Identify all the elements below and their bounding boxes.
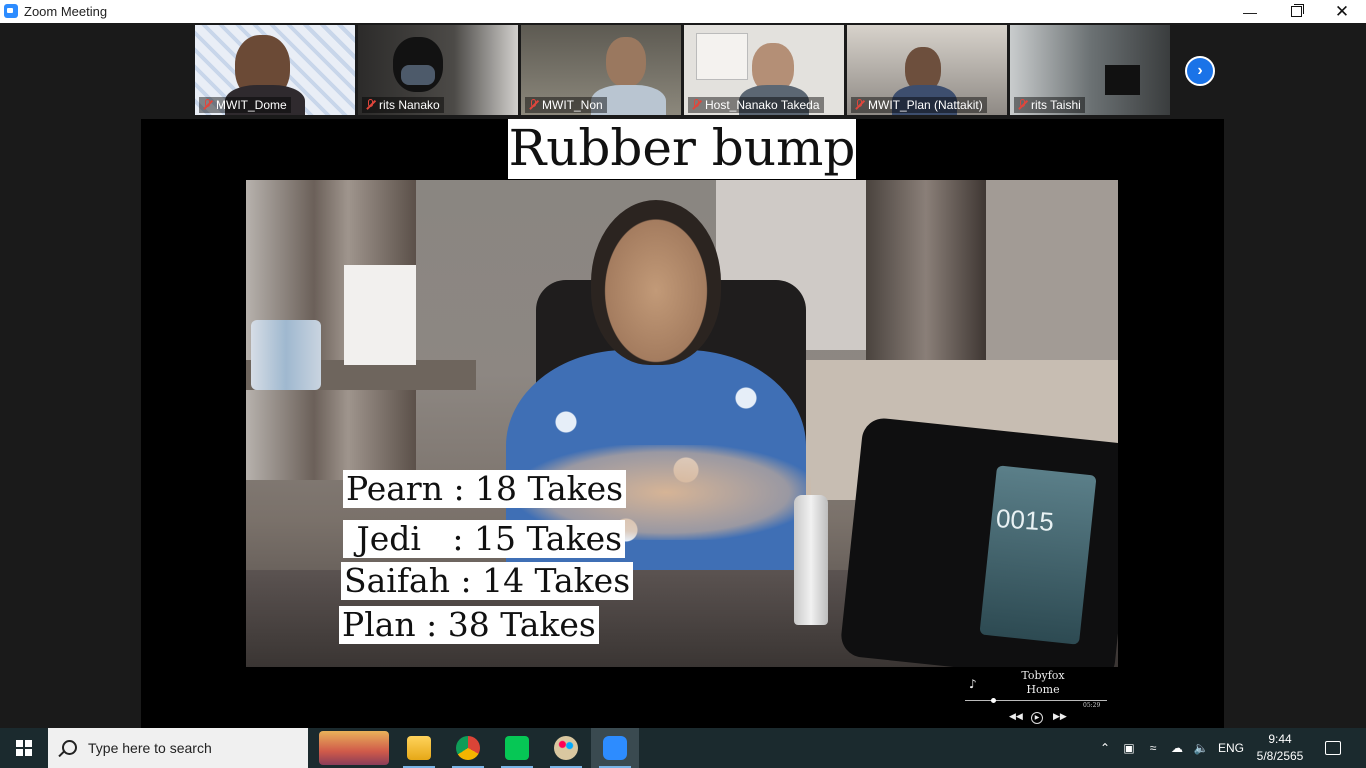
forward-icon: ▶▶ bbox=[1053, 712, 1067, 722]
participant-name-label: rits Taishi bbox=[1031, 98, 1081, 112]
clock-date: 5/8/2565 bbox=[1256, 749, 1304, 763]
cloud-icon: ☁ bbox=[1171, 741, 1183, 755]
volume-button[interactable]: 🔈 bbox=[1190, 728, 1212, 768]
tablet-screen bbox=[979, 465, 1097, 645]
windows-icon bbox=[16, 740, 32, 756]
line-button[interactable] bbox=[493, 728, 541, 768]
minimize-icon: — bbox=[1243, 3, 1257, 20]
takes-line: Pearn : 18 Takes bbox=[343, 470, 627, 508]
participant-name: MWIT_Plan (Nattakit) bbox=[851, 97, 987, 113]
muted-mic-icon bbox=[366, 99, 375, 111]
restore-button[interactable] bbox=[1273, 0, 1319, 23]
taskbar-search[interactable]: Type here to search bbox=[48, 728, 308, 768]
shared-screen: Rubber bump 0015 Pearn : 18 Takes Jedi :… bbox=[141, 119, 1224, 728]
music-artist: Tobyfox bbox=[1021, 669, 1065, 682]
paint-button[interactable] bbox=[542, 728, 590, 768]
participant-name: rits Taishi bbox=[1014, 97, 1085, 113]
muted-mic-icon bbox=[692, 99, 701, 111]
search-icon bbox=[62, 740, 77, 755]
chrome-icon bbox=[456, 736, 480, 760]
meet-now-button[interactable]: ▣ bbox=[1118, 728, 1140, 768]
music-note-icon: ♪ bbox=[969, 677, 977, 691]
network-button[interactable]: ≈ bbox=[1142, 728, 1164, 768]
close-button[interactable]: ✕ bbox=[1319, 0, 1365, 23]
music-progress-knob bbox=[991, 698, 996, 703]
curtain-right bbox=[866, 180, 986, 380]
play-icon: ▶ bbox=[1031, 712, 1043, 724]
music-time: 05:29 bbox=[1083, 702, 1101, 709]
widgets-button[interactable] bbox=[314, 728, 394, 768]
tap-counter: 0015 bbox=[995, 503, 1055, 537]
clock-time: 9:44 bbox=[1268, 732, 1292, 746]
language-label: ENG bbox=[1217, 741, 1244, 755]
notifications-button[interactable] bbox=[1318, 728, 1348, 768]
clock[interactable]: 9:44 5/8/2565 bbox=[1250, 731, 1310, 765]
next-page-button[interactable]: › bbox=[1185, 56, 1215, 86]
start-button[interactable] bbox=[0, 728, 48, 768]
search-placeholder: Type here to search bbox=[88, 740, 212, 756]
takes-line: Jedi : 15 Takes bbox=[343, 520, 626, 558]
chrome-button[interactable] bbox=[444, 728, 492, 768]
video-title: Rubber bump bbox=[508, 119, 856, 179]
widgets-icon bbox=[319, 731, 389, 765]
participant-name-label: MWIT_Non bbox=[542, 98, 603, 112]
show-hidden-icons-button[interactable]: ⌃ bbox=[1094, 728, 1116, 768]
music-track: Home bbox=[1026, 683, 1060, 696]
wall-right bbox=[986, 180, 1118, 380]
music-player-overlay: ♪ Tobyfox Home 05:29 ◀◀ ▶ ▶▶ bbox=[961, 667, 1111, 727]
file-explorer-icon bbox=[407, 736, 431, 760]
participant-name: MWIT_Non bbox=[525, 97, 607, 113]
participant-tile[interactable]: MWIT_Plan (Nattakit) bbox=[847, 25, 1007, 115]
participant-name-label: MWIT_Dome bbox=[216, 98, 287, 112]
participant-gallery: MWIT_Dome rits Nanako MWIT_Non Host_Nana… bbox=[0, 23, 1366, 119]
participant-name: rits Nanako bbox=[362, 97, 444, 113]
speaker-icon: 🔈 bbox=[1193, 741, 1209, 755]
title-bar: Zoom Meeting — ✕ bbox=[0, 0, 1366, 23]
chevron-right-icon: › bbox=[1197, 62, 1203, 79]
air-purifier bbox=[344, 265, 416, 365]
wifi-icon: ≈ bbox=[1149, 741, 1157, 755]
file-explorer-button[interactable] bbox=[395, 728, 443, 768]
restore-icon bbox=[1290, 4, 1304, 17]
onedrive-button[interactable]: ☁ bbox=[1166, 728, 1188, 768]
person-head bbox=[591, 200, 721, 365]
notification-icon bbox=[1325, 741, 1341, 755]
participant-tile[interactable]: rits Nanako bbox=[358, 25, 518, 115]
taskbar: Type here to search ⌃ ▣ ≈ ☁ 🔈 ENG 9:44 5… bbox=[0, 728, 1366, 768]
participant-name-label: Host_Nanako Takeda bbox=[705, 98, 820, 112]
takes-line: Saifah : 14 Takes bbox=[341, 562, 634, 600]
minimize-button[interactable]: — bbox=[1227, 0, 1273, 23]
camera-icon: ▣ bbox=[1123, 741, 1135, 755]
participant-tile[interactable]: rits Taishi bbox=[1010, 25, 1170, 115]
zoom-icon bbox=[603, 736, 627, 760]
language-button[interactable]: ENG bbox=[1214, 728, 1248, 768]
meeting-area: MWIT_Dome rits Nanako MWIT_Non Host_Nana… bbox=[0, 23, 1366, 728]
muted-mic-icon bbox=[855, 99, 864, 111]
participant-name: Host_Nanako Takeda bbox=[688, 97, 824, 113]
water-bottles bbox=[251, 320, 321, 390]
chevron-up-icon: ⌃ bbox=[1099, 741, 1111, 755]
participant-tile[interactable]: Host_Nanako Takeda bbox=[684, 25, 844, 115]
zoom-app-icon bbox=[4, 4, 18, 18]
muted-mic-icon bbox=[529, 99, 538, 111]
spray-bottle bbox=[794, 495, 828, 625]
participant-tile-active-speaker[interactable]: MWIT_Non bbox=[521, 25, 681, 115]
zoom-button[interactable] bbox=[591, 728, 639, 768]
rewind-icon: ◀◀ bbox=[1009, 712, 1023, 722]
window-title: Zoom Meeting bbox=[24, 4, 108, 19]
line-icon bbox=[505, 736, 529, 760]
participant-name: MWIT_Dome bbox=[199, 97, 291, 113]
close-icon: ✕ bbox=[1334, 1, 1350, 21]
shared-video: 0015 Pearn : 18 Takes Jedi : 15 Takes Sa… bbox=[246, 180, 1118, 667]
muted-mic-icon bbox=[1018, 99, 1027, 111]
takes-line: Plan : 38 Takes bbox=[339, 606, 599, 644]
participant-tile[interactable]: MWIT_Dome bbox=[195, 25, 355, 115]
participant-name-label: rits Nanako bbox=[379, 98, 440, 112]
participant-name-label: MWIT_Plan (Nattakit) bbox=[868, 98, 983, 112]
paint-icon bbox=[554, 736, 578, 760]
muted-mic-icon bbox=[203, 99, 212, 111]
music-progress-bar bbox=[965, 700, 1107, 701]
